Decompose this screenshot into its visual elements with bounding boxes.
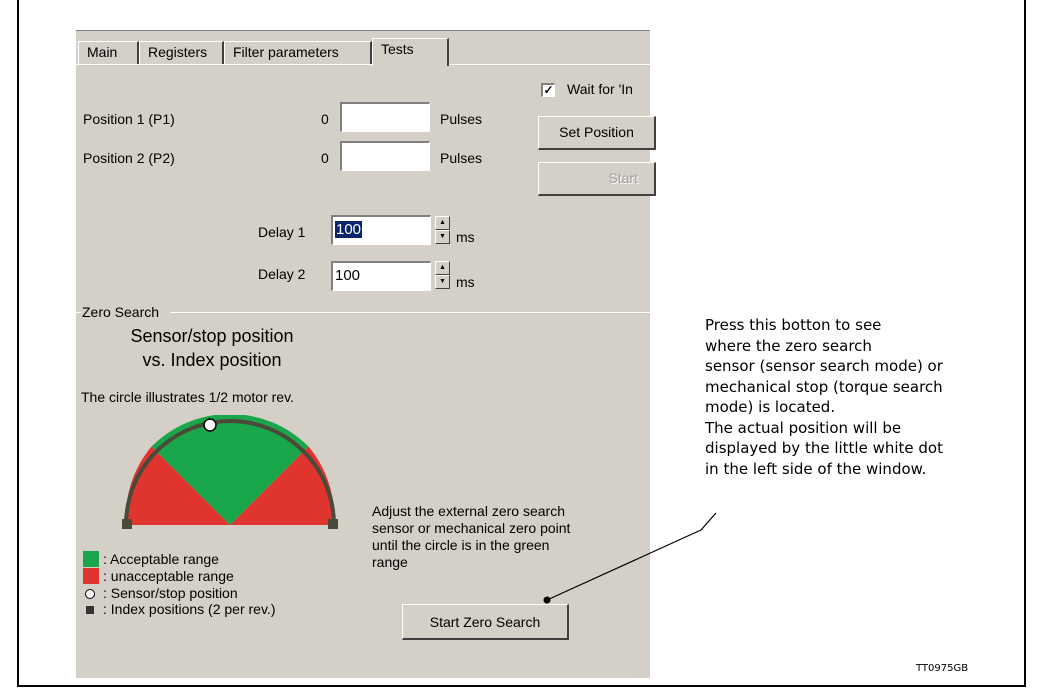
tab-tests[interactable]: Tests: [372, 38, 449, 66]
annotation-line: The actual position will be: [705, 418, 902, 437]
figure-code: TT0975GB: [916, 663, 969, 674]
annotation-line: in the left side of the window.: [705, 459, 927, 478]
callout-line-tip: [700, 512, 717, 531]
annotation-line: Press this botton to see: [705, 316, 882, 334]
annotation-text: Press this botton to see where the zero …: [705, 315, 943, 479]
annotation-line: mechanical stop (torque search: [705, 377, 943, 396]
callout-line: [546, 529, 702, 601]
callout-dot: [543, 596, 551, 604]
annotation-line: mode) is located.: [705, 398, 836, 416]
annotation-line: sensor (sensor search mode) or: [705, 357, 943, 375]
annotation-line: displayed by the little white dot: [705, 439, 943, 457]
annotation-line: where the zero search: [705, 336, 872, 355]
